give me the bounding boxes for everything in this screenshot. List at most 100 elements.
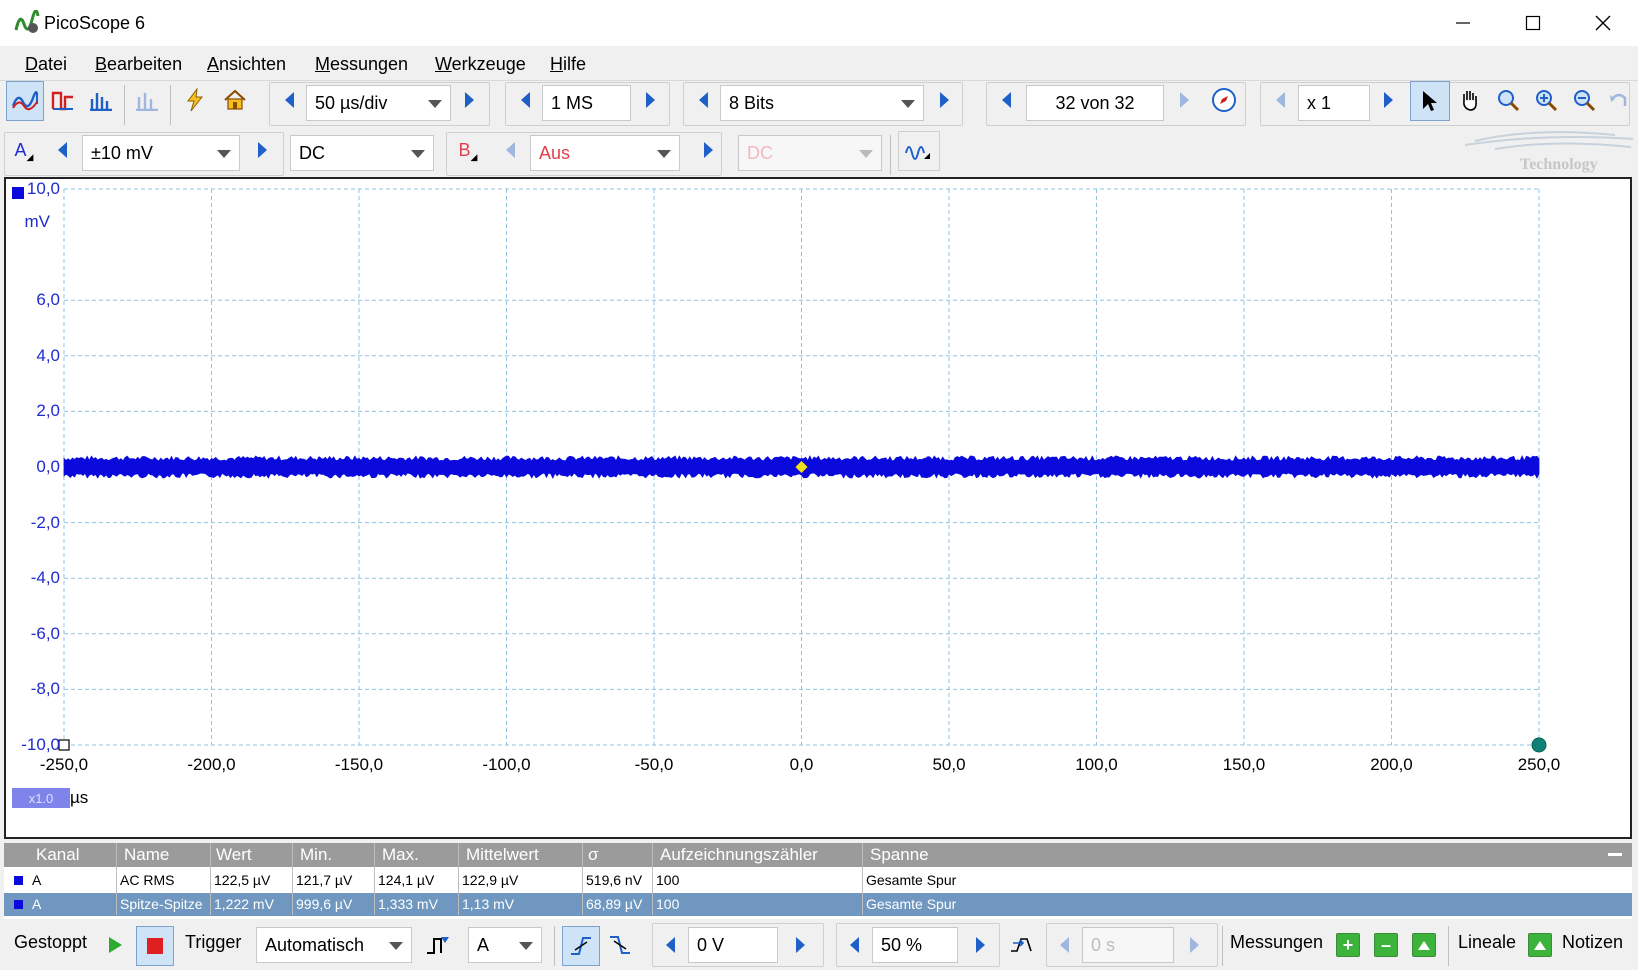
resolution-next-button[interactable] [928, 81, 960, 119]
zoom-prev-button[interactable] [1264, 81, 1296, 119]
cell-sigma: 68,89 µV [586, 896, 643, 912]
delay-next-button[interactable] [1178, 926, 1210, 964]
collapse-icon[interactable] [1608, 853, 1622, 856]
table-row-selected[interactable]: A Spitze-Spitze 1,222 mV 999,6 µV 1,333 … [4, 893, 1632, 916]
persistence-mode-button[interactable] [46, 81, 80, 119]
x-tick-label: -100,0 [482, 755, 531, 774]
rising-edge-button[interactable] [562, 926, 600, 966]
menu-datei[interactable]: Datei [25, 54, 67, 75]
scope-view[interactable]: 10,0 6,0 4,0 2,0 0,0 -2,0 -4,0 -6,0 -8,0 -10,0 -2… [4, 177, 1632, 839]
zoom-in-button[interactable] [1528, 81, 1564, 119]
zoom-out-button[interactable] [1566, 81, 1602, 119]
run-button[interactable] [100, 926, 130, 964]
auto-setup-button[interactable] [178, 81, 212, 119]
add-measurement-button[interactable]: + [1336, 933, 1360, 957]
menu-bearbeiten[interactable]: Bearbeiten [95, 54, 182, 75]
select-tool-button[interactable] [1410, 81, 1450, 121]
default-setup-button[interactable] [218, 81, 252, 119]
trigger-source-select[interactable]: A [468, 927, 542, 963]
scope-mode-button[interactable] [6, 81, 44, 121]
samples-prev-button[interactable] [509, 81, 541, 119]
post-trigger-delay-button[interactable] [1004, 926, 1040, 964]
timebase-select[interactable]: 50 µs/div [306, 85, 451, 121]
zoom-field[interactable]: x 1 [1298, 85, 1370, 121]
col-spanne: Spanne [870, 845, 929, 864]
channel-a-range-next[interactable] [246, 131, 278, 169]
signal-generator-button[interactable] [898, 131, 940, 171]
cell-mittelwert: 122,9 µV [462, 872, 519, 888]
minimize-button[interactable] [1428, 0, 1498, 46]
channel-a-coupling-select[interactable]: DC [290, 135, 434, 171]
remove-measurement-button[interactable]: – [1374, 933, 1398, 957]
cell-zaehler: 100 [656, 896, 680, 912]
maximize-icon [1525, 15, 1541, 31]
hand-tool-button[interactable] [1452, 81, 1488, 119]
y-tick-label: 4,0 [36, 345, 60, 365]
timebase-prev-button[interactable] [273, 81, 305, 119]
channel-a-range-value: ±10 mV [91, 142, 153, 163]
home-icon [224, 89, 246, 110]
menu-hilfe[interactable]: Hilfe [550, 54, 586, 75]
undo-zoom-button[interactable] [1604, 81, 1634, 119]
pretrigger-next-button[interactable] [964, 926, 996, 964]
measurements-table: Kanal Name Wert Min. Max. Mittelwert σ A… [4, 843, 1632, 919]
arrow-right-icon [645, 92, 655, 108]
channel-b-range-prev[interactable] [494, 131, 526, 169]
trigger-mode-select[interactable]: Automatisch [256, 927, 412, 963]
cell-spanne: Gesamte Spur [866, 896, 957, 912]
buffer-navigator-button[interactable] [1206, 81, 1242, 119]
arrow-left-icon [849, 937, 859, 953]
threshold-prev-button[interactable] [656, 926, 684, 964]
channel-a-range-prev[interactable] [46, 131, 78, 169]
zoom-next-button[interactable] [1372, 81, 1404, 119]
channel-b-range-next[interactable] [692, 131, 724, 169]
maximize-button[interactable] [1498, 0, 1568, 46]
x-tick-label: 50,0 [932, 755, 966, 774]
falling-edge-button[interactable] [602, 926, 638, 964]
channel-a-button[interactable]: A ◢ [8, 131, 40, 169]
pretrigger-field[interactable]: 50 % [872, 927, 958, 963]
menu-messungen[interactable]: Messungen [315, 54, 408, 75]
falling-edge-icon [610, 936, 630, 954]
pretrigger-prev-button[interactable] [840, 926, 868, 964]
mso-mode-button[interactable] [130, 81, 164, 119]
samples-next-button[interactable] [634, 81, 666, 119]
channel-a-axis-marker[interactable] [12, 187, 24, 199]
delay-prev-button[interactable] [1050, 926, 1078, 964]
channel-b-coupling-select[interactable]: DC [738, 135, 882, 171]
spectrum-mode-button[interactable] [84, 81, 118, 119]
table-row[interactable]: A AC RMS 122,5 µV 121,7 µV 124,1 µV 122,… [4, 869, 1632, 892]
arrow-left-icon [505, 142, 515, 158]
rising-edge-icon [571, 937, 591, 955]
resolution-select[interactable]: 8 Bits [720, 85, 924, 121]
channel-color-swatch [14, 876, 23, 885]
threshold-next-button[interactable] [784, 926, 816, 964]
stop-button[interactable] [136, 926, 174, 966]
scope-mode-icon [12, 91, 38, 111]
col-max: Max. [382, 845, 419, 864]
menu-ansichten[interactable]: Ansichten [207, 54, 286, 75]
buffer-next-button[interactable] [1168, 81, 1200, 119]
arrow-right-icon [464, 92, 474, 108]
minus-icon: – [1380, 935, 1391, 955]
advanced-trigger-icon [427, 937, 449, 954]
minimize-icon [1456, 22, 1470, 24]
chevron-down-icon [217, 150, 231, 158]
timebase-next-button[interactable] [453, 81, 485, 119]
zoom-area-button[interactable] [1490, 81, 1526, 119]
buffer-prev-button[interactable] [990, 81, 1022, 119]
channel-b-button[interactable]: B ◢ [452, 131, 484, 169]
samples-field[interactable]: 1 MS [542, 85, 631, 121]
buffer-field[interactable]: 32 von 32 [1026, 85, 1164, 121]
channel-b-range-select[interactable]: Aus [530, 135, 680, 171]
arrow-right-icon [939, 92, 949, 108]
threshold-field[interactable]: 0 V [688, 927, 778, 963]
edit-measurement-button[interactable] [1412, 933, 1436, 957]
delay-field[interactable]: 0 s [1082, 927, 1174, 963]
advanced-trigger-button[interactable] [420, 926, 456, 964]
close-button[interactable] [1568, 0, 1638, 46]
rulers-button[interactable] [1528, 933, 1552, 957]
resolution-prev-button[interactable] [687, 81, 719, 119]
channel-a-range-select[interactable]: ±10 mV [82, 135, 240, 171]
menu-werkzeuge[interactable]: Werkzeuge [435, 54, 526, 75]
